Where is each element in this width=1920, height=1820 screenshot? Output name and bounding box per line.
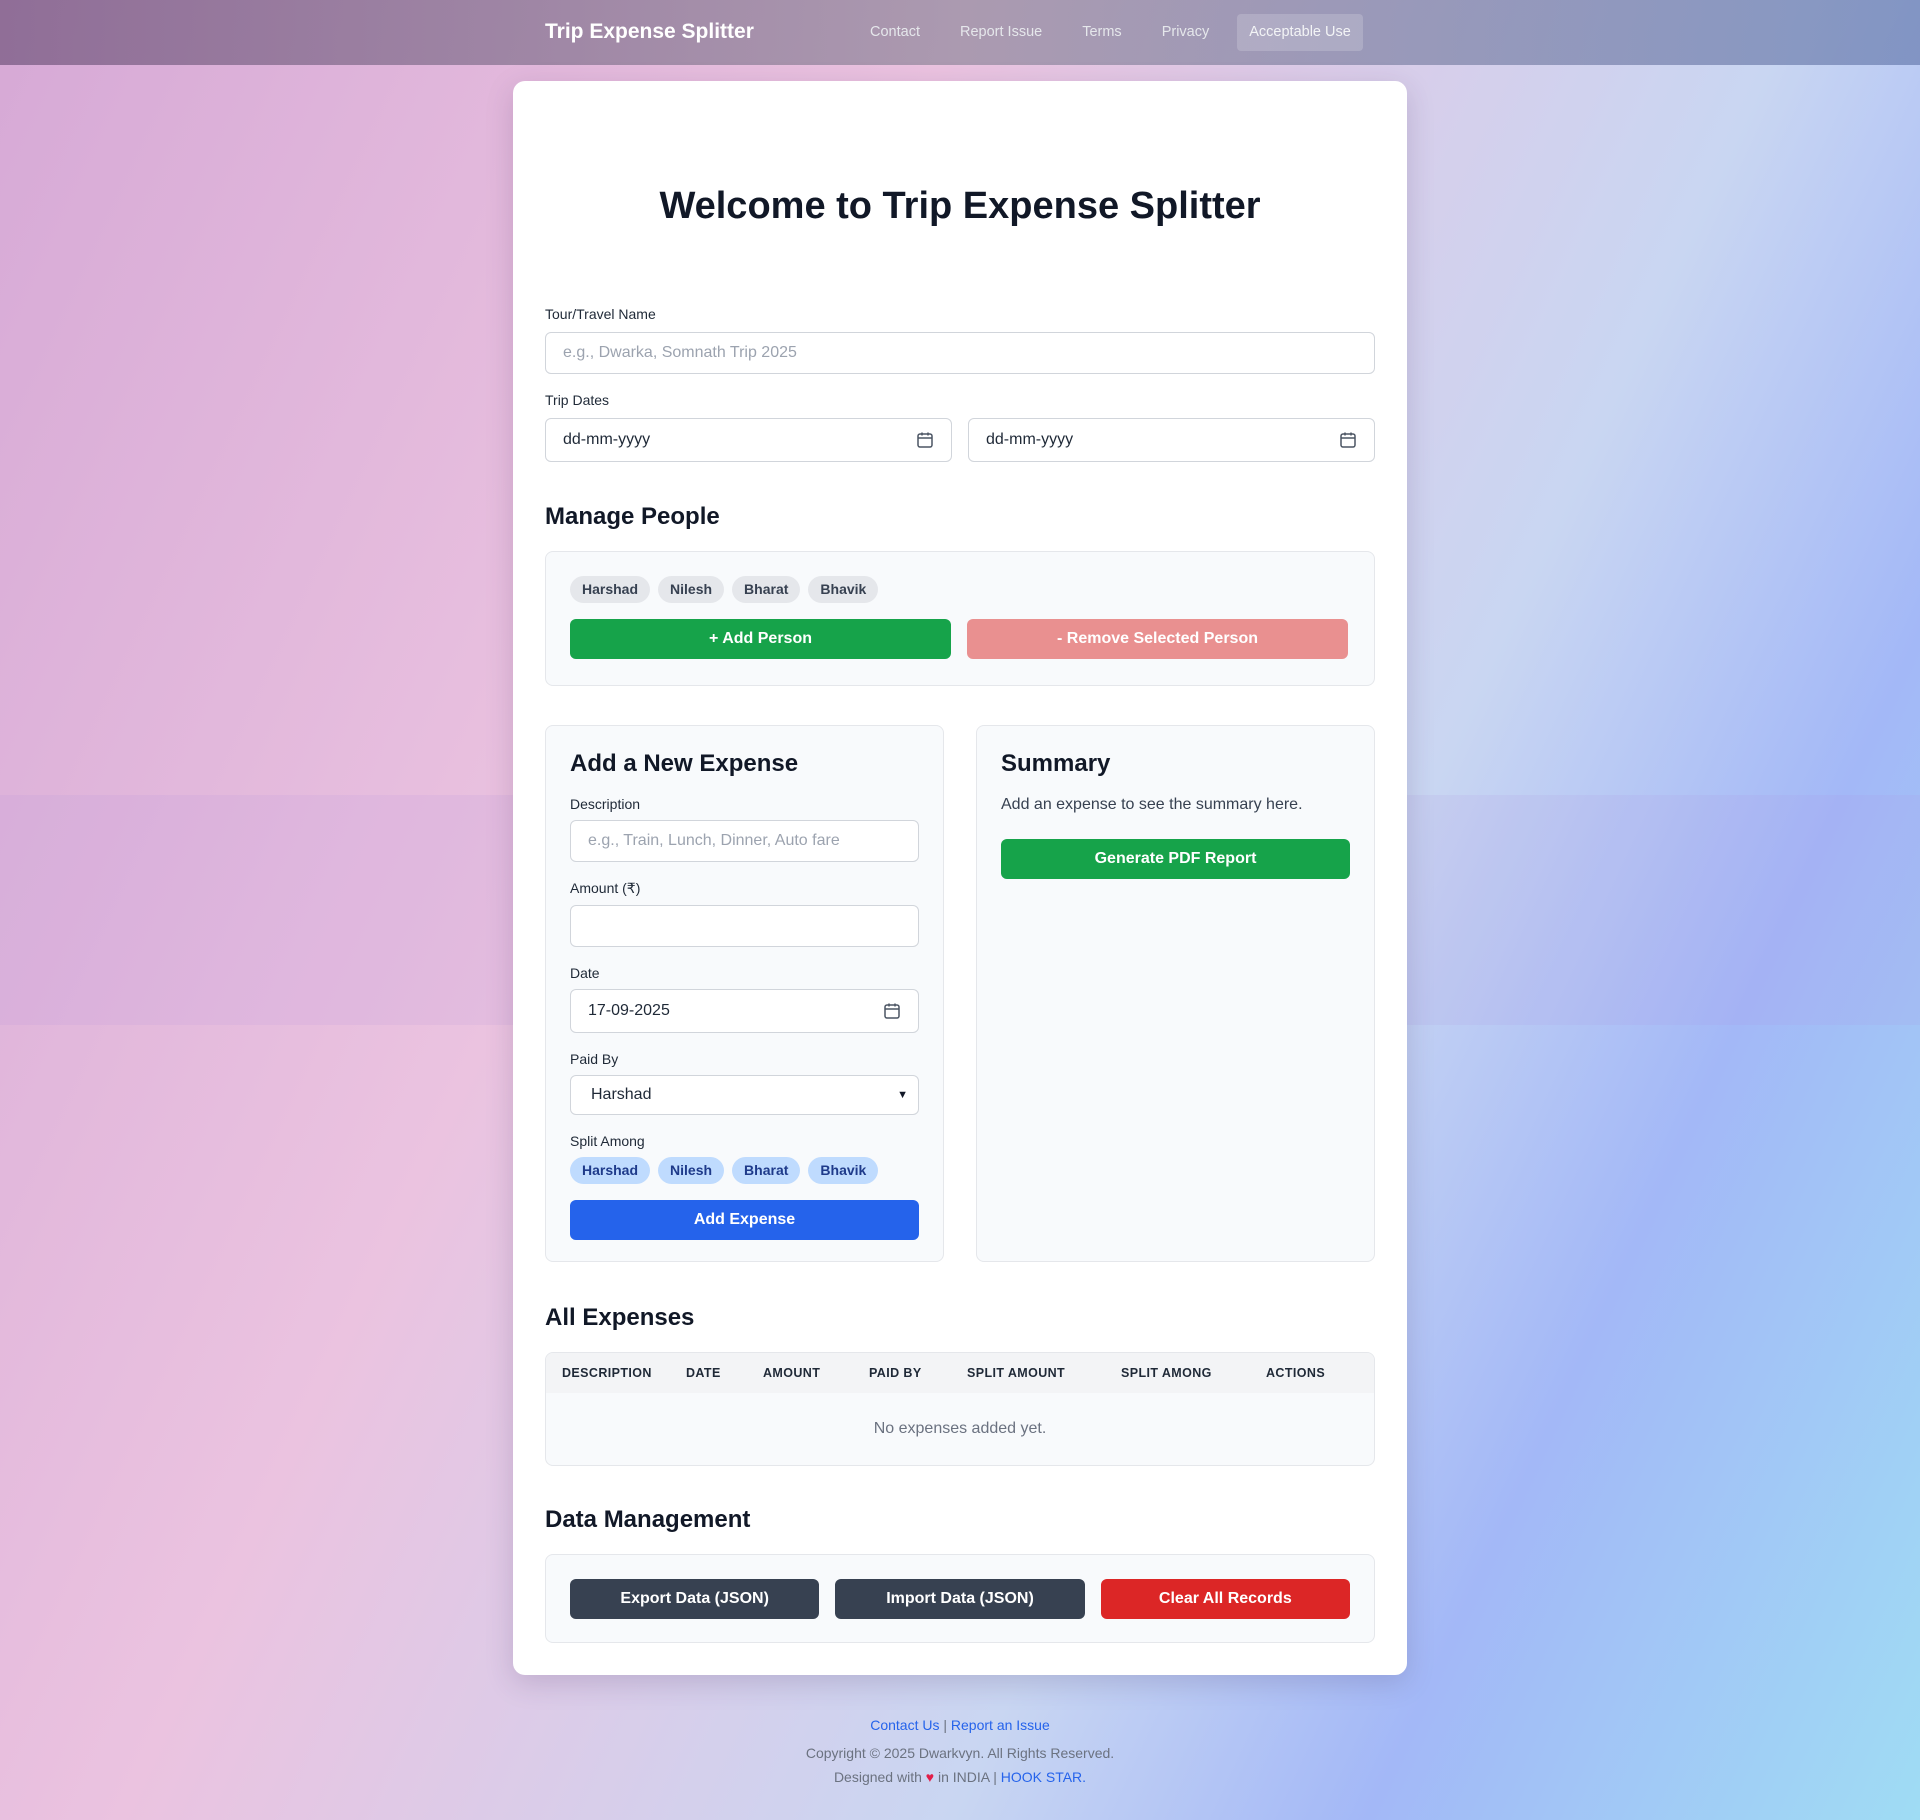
clear-records-button[interactable]: Clear All Records xyxy=(1100,1579,1350,1619)
import-data-button[interactable]: Import Data (JSON) xyxy=(835,1579,1085,1619)
paid-by-select[interactable]: Harshad ▼ xyxy=(570,1075,919,1115)
footer-contact-link[interactable]: Contact Us xyxy=(870,1717,939,1733)
col-split-amount: SPLIT AMOUNT xyxy=(967,1353,1121,1393)
expenses-table: DESCRIPTION DATE AMOUNT PAID BY SPLIT AM… xyxy=(546,1353,1374,1465)
amount-label: Amount (₹) xyxy=(570,880,641,896)
paid-by-label: Paid By xyxy=(570,1051,619,1067)
footer-separator: | xyxy=(993,1769,997,1785)
person-chip[interactable]: Bhavik xyxy=(808,576,879,603)
data-management-heading: Data Management xyxy=(545,1506,751,1533)
split-person-chip[interactable]: Harshad xyxy=(570,1157,651,1184)
split-person-chip[interactable]: Nilesh xyxy=(658,1157,725,1184)
calendar-icon[interactable] xyxy=(916,431,934,449)
footer-designed: Designed with ♥ in INDIA | HOOK STAR. xyxy=(0,1769,1920,1785)
footer-links: Contact Us | Report an Issue xyxy=(0,1717,1920,1733)
manage-people-heading: Manage People xyxy=(545,503,720,530)
col-description: DESCRIPTION xyxy=(546,1353,686,1393)
nav-link-contact[interactable]: Contact xyxy=(858,14,932,51)
split-person-chip[interactable]: Bharat xyxy=(732,1157,801,1184)
add-expense-heading: Add a New Expense xyxy=(570,750,799,777)
expense-date-label: Date xyxy=(570,965,600,981)
trip-start-date-input[interactable]: dd-mm-yyyy xyxy=(545,418,952,462)
description-placeholder: e.g., Train, Lunch, Dinner, Auto fare xyxy=(588,832,840,849)
trip-name-placeholder: e.g., Dwarka, Somnath Trip 2025 xyxy=(563,344,797,361)
col-split-among: SPLIT AMONG xyxy=(1121,1353,1266,1393)
expense-date-input[interactable]: 17-09-2025 xyxy=(570,989,919,1033)
calendar-icon[interactable] xyxy=(1339,431,1357,449)
footer-separator: | xyxy=(943,1717,948,1733)
expenses-table-panel: DESCRIPTION DATE AMOUNT PAID BY SPLIT AM… xyxy=(545,1352,1375,1466)
people-chip-list: Harshad Nilesh Bharat Bhavik xyxy=(570,576,1350,603)
trip-name-group: Tour/Travel Name e.g., Dwarka, Somnath T… xyxy=(545,306,1375,374)
remove-person-button[interactable]: - Remove Selected Person xyxy=(967,619,1348,659)
designed-prefix: Designed with xyxy=(833,1769,922,1785)
trip-end-date-input[interactable]: dd-mm-yyyy xyxy=(968,418,1375,462)
add-expense-panel: Add a New Expense Description e.g., Trai… xyxy=(545,725,944,1262)
nav-link-terms[interactable]: Terms xyxy=(1070,14,1133,51)
nav-link-report-issue[interactable]: Report Issue xyxy=(948,14,1054,51)
table-header-row: DESCRIPTION DATE AMOUNT PAID BY SPLIT AM… xyxy=(546,1353,1374,1393)
person-chip[interactable]: Harshad xyxy=(570,576,651,603)
footer-report-link[interactable]: Report an Issue xyxy=(951,1717,1050,1733)
split-chip-list: Harshad Nilesh Bharat Bhavik xyxy=(570,1157,919,1184)
summary-text: Add an expense to see the summary here. xyxy=(1001,796,1303,813)
trip-end-date-value: dd-mm-yyyy xyxy=(986,431,1074,448)
calendar-icon[interactable] xyxy=(883,1002,901,1020)
data-management-panel: Export Data (JSON) Import Data (JSON) Cl… xyxy=(545,1554,1375,1643)
nav-link-acceptable-use[interactable]: Acceptable Use xyxy=(1237,14,1363,51)
col-actions: ACTIONS xyxy=(1266,1353,1374,1393)
people-panel: Harshad Nilesh Bharat Bhavik + Add Person -… xyxy=(545,551,1375,686)
trip-dates-label: Trip Dates xyxy=(545,392,610,408)
page-title: Welcome to Trip Expense Splitter xyxy=(659,185,1261,227)
person-chip[interactable]: Bharat xyxy=(732,576,801,603)
add-expense-button[interactable]: Add Expense xyxy=(570,1200,919,1240)
col-date: DATE xyxy=(686,1353,763,1393)
split-person-chip[interactable]: Bhavik xyxy=(808,1157,879,1184)
chevron-down-icon: ▼ xyxy=(897,1089,908,1101)
trip-name-label: Tour/Travel Name xyxy=(545,306,656,322)
amount-input[interactable] xyxy=(570,905,919,947)
trip-start-date-value: dd-mm-yyyy xyxy=(563,431,651,448)
export-data-button[interactable]: Export Data (JSON) xyxy=(570,1579,820,1619)
footer-copyright: Copyright © 2025 Dwarkvyn. All Rights Re… xyxy=(805,1745,1115,1761)
all-expenses-heading: All Expenses xyxy=(545,1304,695,1331)
nav-link-privacy[interactable]: Privacy xyxy=(1150,14,1222,51)
generate-pdf-button[interactable]: Generate PDF Report xyxy=(1001,839,1350,879)
col-amount: AMOUNT xyxy=(763,1353,869,1393)
table-row: No expenses added yet. xyxy=(546,1393,1374,1465)
split-among-label: Split Among xyxy=(570,1133,645,1149)
top-navbar: Trip Expense Splitter Contact Report Iss… xyxy=(0,0,1920,65)
trip-dates-group: Trip Dates dd-mm-yyyy dd-mm-yyyy xyxy=(545,392,1375,462)
trip-name-input[interactable]: e.g., Dwarka, Somnath Trip 2025 xyxy=(545,332,1375,374)
add-person-button[interactable]: + Add Person xyxy=(570,619,951,659)
summary-heading: Summary xyxy=(1001,750,1111,777)
description-label: Description xyxy=(570,796,641,812)
brand-title[interactable]: Trip Expense Splitter xyxy=(545,0,754,64)
footer-studio-link[interactable]: HOOK STAR. xyxy=(1001,1769,1086,1785)
person-chip[interactable]: Nilesh xyxy=(658,576,725,603)
nav-links: Contact Report Issue Terms Privacy Accep… xyxy=(858,14,1379,51)
description-input[interactable]: e.g., Train, Lunch, Dinner, Auto fare xyxy=(570,820,919,862)
designed-suffix: in INDIA xyxy=(937,1769,990,1785)
col-paid-by: PAID BY xyxy=(869,1353,967,1393)
main-card: Welcome to Trip Expense Splitter Tour/Tr… xyxy=(513,81,1407,1675)
expense-date-value: 17-09-2025 xyxy=(588,1002,670,1019)
heart-icon: ♥ xyxy=(925,1769,935,1785)
paid-by-value: Harshad xyxy=(591,1086,652,1103)
empty-state-text: No expenses added yet. xyxy=(873,1420,1047,1437)
summary-panel: Summary Add an expense to see the summar… xyxy=(976,725,1375,1262)
